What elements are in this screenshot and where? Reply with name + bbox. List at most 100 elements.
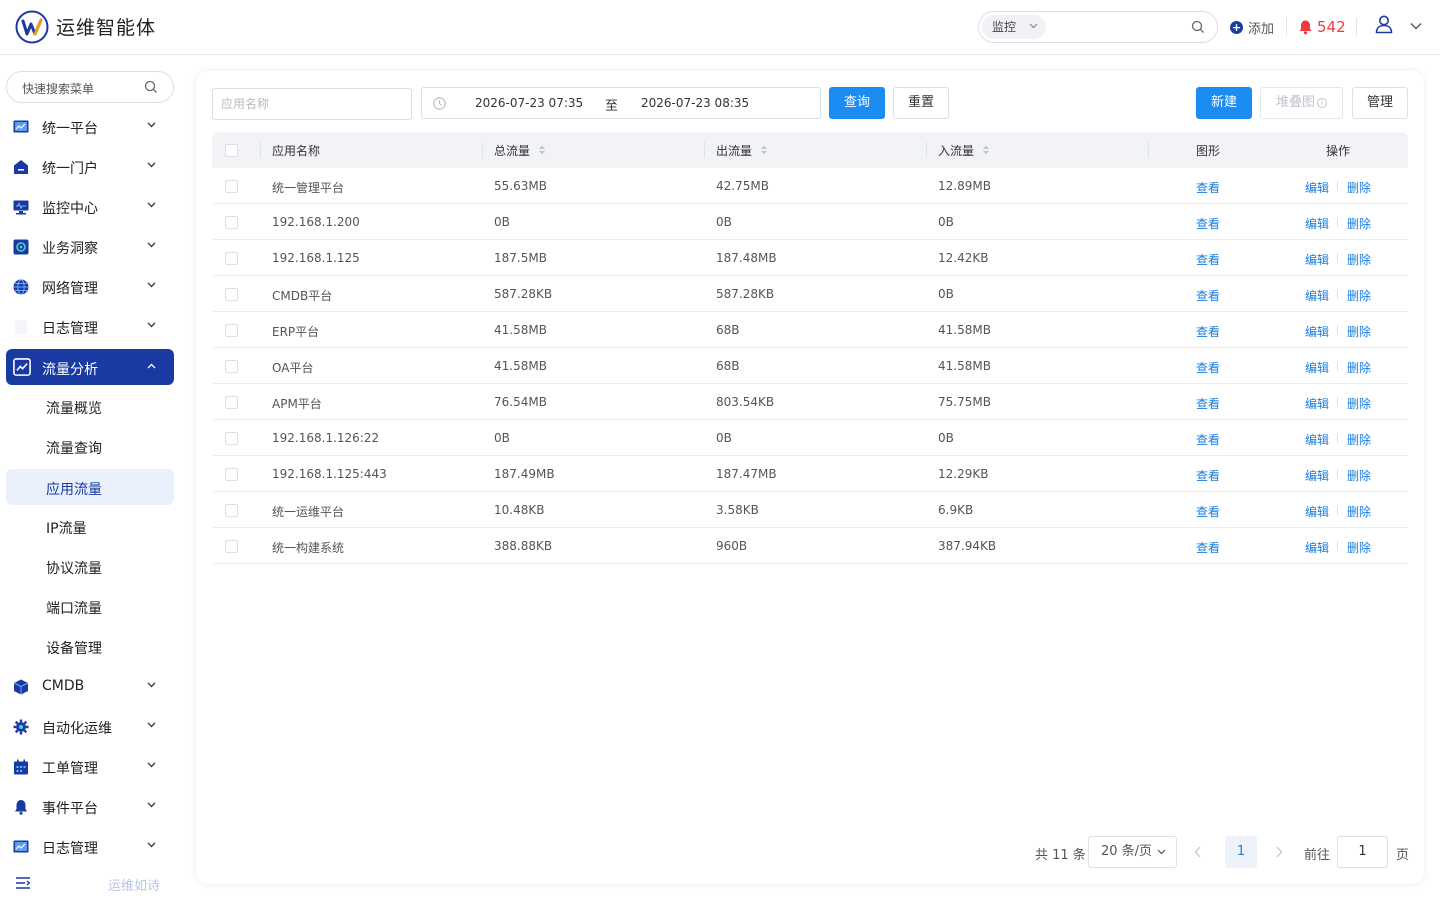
column-header-in[interactable]: 入流量 <box>938 142 974 159</box>
menu-search-input[interactable]: 快速搜索菜单 <box>6 71 174 103</box>
row-checkbox[interactable] <box>225 468 238 481</box>
edit-link[interactable]: 编辑 <box>1305 539 1329 556</box>
date-end[interactable]: 2026-07-23 08:35 <box>641 96 749 110</box>
collapse-menu-icon[interactable] <box>16 877 30 889</box>
view-link[interactable]: 查看 <box>1196 395 1220 412</box>
view-link[interactable]: 查看 <box>1196 503 1220 520</box>
row-checkbox[interactable] <box>225 180 238 193</box>
view-link[interactable]: 查看 <box>1196 359 1220 376</box>
sub-item-port-traffic[interactable]: 端口流量 <box>6 588 174 624</box>
sidebar-item-business-insight[interactable]: 业务洞察 <box>6 228 174 264</box>
alert-button[interactable]: 542 <box>1298 18 1346 36</box>
row-checkbox[interactable] <box>225 396 238 409</box>
column-header-total[interactable]: 总流量 <box>494 142 530 159</box>
home-icon <box>14 160 28 174</box>
global-search[interactable]: 监控 <box>978 11 1218 43</box>
view-link[interactable]: 查看 <box>1196 287 1220 304</box>
edit-link[interactable]: 编辑 <box>1305 395 1329 412</box>
sidebar-item-ticket-management[interactable]: 工单管理 <box>6 748 174 784</box>
view-link[interactable]: 查看 <box>1196 431 1220 448</box>
sub-item-protocol-traffic[interactable]: 协议流量 <box>6 548 174 584</box>
sidebar-item-unified-platform[interactable]: 统一平台 <box>6 108 174 144</box>
cell-in: 0B <box>938 215 954 229</box>
sub-item-traffic-overview[interactable]: 流量概览 <box>6 388 174 424</box>
sidebar-item-traffic-analysis[interactable]: 流量分析 <box>6 349 174 385</box>
page-size-select[interactable]: 20 条/页 <box>1088 836 1177 868</box>
row-checkbox[interactable] <box>225 540 238 553</box>
search-scope-select[interactable]: 监控 <box>982 15 1046 39</box>
app-name-input[interactable]: 应用名称 <box>212 88 412 120</box>
view-link[interactable]: 查看 <box>1196 215 1220 232</box>
delete-link[interactable]: 删除 <box>1347 395 1371 412</box>
edit-link[interactable]: 编辑 <box>1305 431 1329 448</box>
sub-item-device-management[interactable]: 设备管理 <box>6 628 174 664</box>
column-header-out[interactable]: 出流量 <box>716 142 752 159</box>
user-avatar-icon[interactable] <box>1374 14 1394 34</box>
edit-link[interactable]: 编辑 <box>1305 287 1329 304</box>
manage-button[interactable]: 管理 <box>1352 87 1408 119</box>
sidebar-item-cmdb[interactable]: CMDB <box>6 668 174 704</box>
query-button[interactable]: 查询 <box>829 87 885 119</box>
edit-link[interactable]: 编辑 <box>1305 251 1329 268</box>
delete-link[interactable]: 删除 <box>1347 539 1371 556</box>
column-header-chart: 图形 <box>1196 144 1221 158</box>
delete-link[interactable]: 删除 <box>1347 503 1371 520</box>
date-start[interactable]: 2026-07-23 07:35 <box>475 96 583 110</box>
view-link[interactable]: 查看 <box>1196 539 1220 556</box>
row-checkbox[interactable] <box>225 288 238 301</box>
sidebar-item-network-management[interactable]: 网络管理 <box>6 268 174 304</box>
edit-link[interactable]: 编辑 <box>1305 467 1329 484</box>
edit-link[interactable]: 编辑 <box>1305 323 1329 340</box>
row-checkbox[interactable] <box>225 324 238 337</box>
new-button[interactable]: 新建 <box>1196 87 1252 119</box>
table-row: OA平台 41.58MB 68B 41.58MB 查看 编辑 删除 <box>212 348 1408 384</box>
edit-link[interactable]: 编辑 <box>1305 359 1329 376</box>
select-all-checkbox[interactable] <box>225 144 238 157</box>
sub-item-ip-traffic[interactable]: IP流量 <box>6 508 174 544</box>
sub-item-traffic-query[interactable]: 流量查询 <box>6 428 174 464</box>
row-checkbox[interactable] <box>225 432 238 445</box>
view-link[interactable]: 查看 <box>1196 323 1220 340</box>
goto-page-input[interactable]: 1 <box>1337 836 1388 868</box>
search-icon[interactable] <box>1191 20 1205 34</box>
page-number-current[interactable]: 1 <box>1225 836 1257 868</box>
view-link[interactable]: 查看 <box>1196 467 1220 484</box>
view-link[interactable]: 查看 <box>1196 251 1220 268</box>
delete-link[interactable]: 删除 <box>1347 179 1371 196</box>
sidebar-item-automation[interactable]: 自动化运维 <box>6 708 174 744</box>
delete-link[interactable]: 删除 <box>1347 431 1371 448</box>
sub-item-app-traffic[interactable]: 应用流量 <box>6 469 174 505</box>
delete-link[interactable]: 删除 <box>1347 215 1371 232</box>
delete-link[interactable]: 删除 <box>1347 287 1371 304</box>
delete-link[interactable]: 删除 <box>1347 359 1371 376</box>
monitor-icon <box>13 200 29 215</box>
delete-link[interactable]: 删除 <box>1347 467 1371 484</box>
delete-link[interactable]: 删除 <box>1347 251 1371 268</box>
edit-link[interactable]: 编辑 <box>1305 503 1329 520</box>
edit-link[interactable]: 编辑 <box>1305 179 1329 196</box>
sidebar-item-unified-portal[interactable]: 统一门户 <box>6 148 174 184</box>
sort-icon[interactable] <box>760 144 768 156</box>
delete-link[interactable]: 删除 <box>1347 323 1371 340</box>
row-checkbox[interactable] <box>225 504 238 517</box>
row-checkbox[interactable] <box>225 252 238 265</box>
sidebar-item-log-management-2[interactable]: 日志管理 <box>6 828 174 864</box>
sort-icon[interactable] <box>982 144 990 156</box>
sidebar-item-event-platform[interactable]: 事件平台 <box>6 788 174 824</box>
cell-out: 960B <box>716 539 748 553</box>
view-link[interactable]: 查看 <box>1196 179 1220 196</box>
chevron-left-icon[interactable] <box>1194 846 1202 858</box>
sidebar-item-monitor-center[interactable]: 监控中心 <box>6 188 174 224</box>
edit-link[interactable]: 编辑 <box>1305 215 1329 232</box>
sidebar-item-log-management[interactable]: 日志管理 <box>6 308 174 344</box>
date-range-picker[interactable]: 2026-07-23 07:35 至 2026-07-23 08:35 <box>421 87 821 119</box>
chevron-down-icon[interactable] <box>1410 22 1422 30</box>
row-checkbox[interactable] <box>225 360 238 373</box>
table-row: 192.168.1.200 0B 0B 0B 查看 编辑 删除 <box>212 204 1408 240</box>
row-checkbox[interactable] <box>225 216 238 229</box>
chevron-right-icon[interactable] <box>1275 846 1283 858</box>
add-button[interactable]: + 添加 <box>1230 18 1274 37</box>
sort-icon[interactable] <box>538 144 546 156</box>
table-row: 192.168.1.125:443 187.49MB 187.47MB 12.2… <box>212 456 1408 492</box>
reset-button[interactable]: 重置 <box>893 87 949 119</box>
